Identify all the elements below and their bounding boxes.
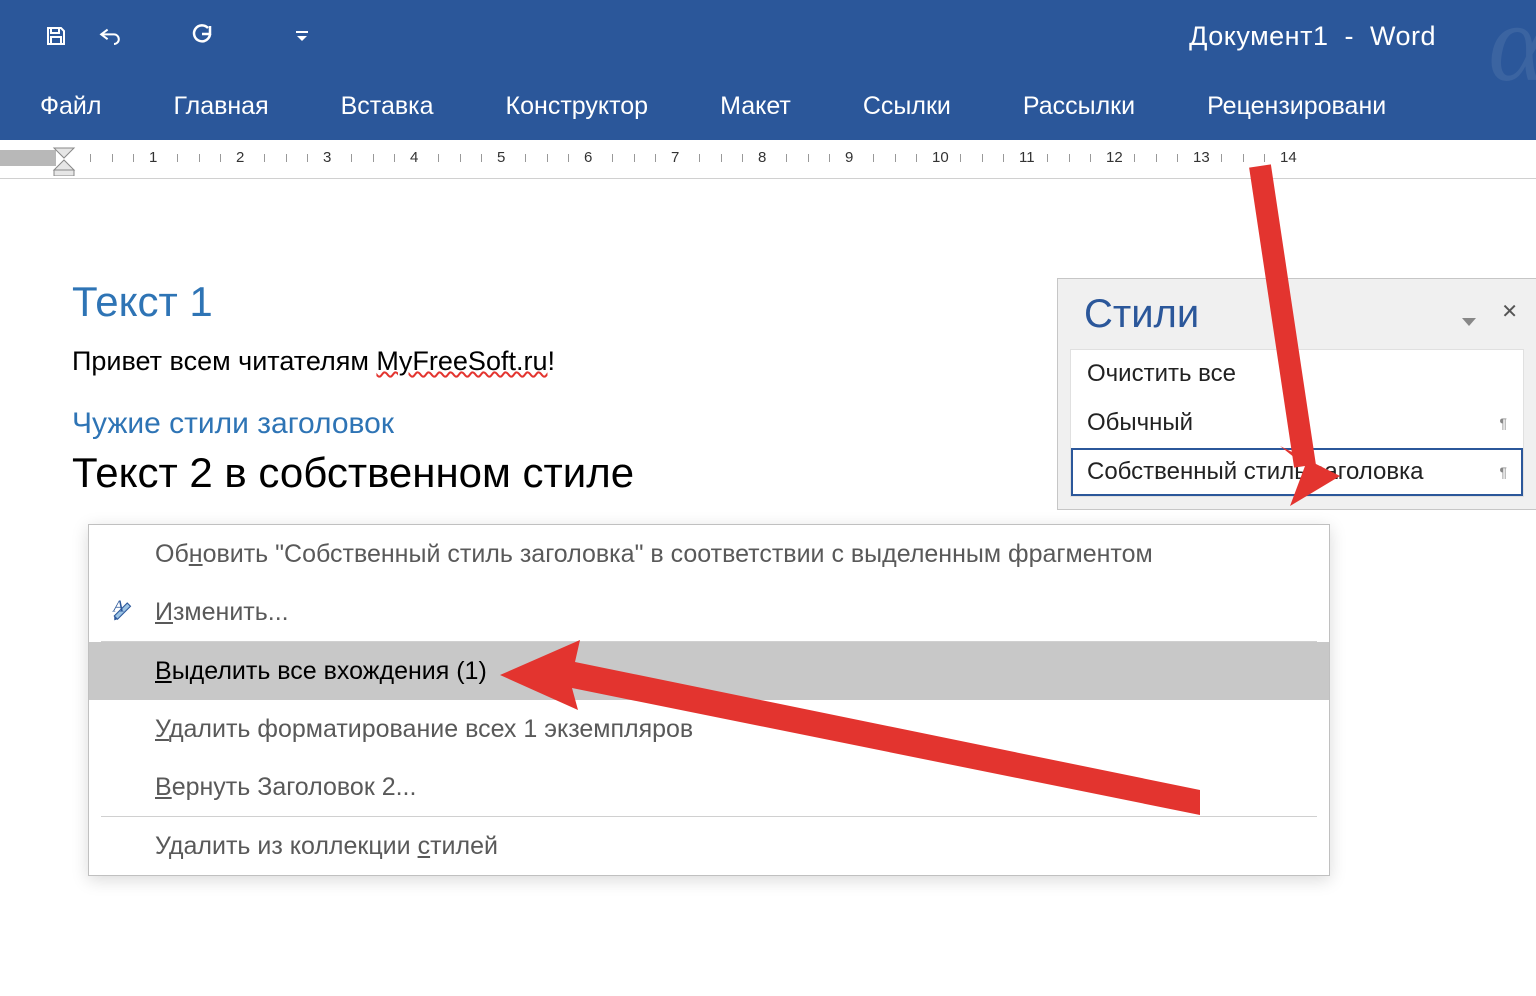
title-separator: - xyxy=(1344,21,1354,52)
edit-style-icon: A xyxy=(111,596,137,629)
style-item-custom-heading[interactable]: Собственный стиль заголовка ¶ xyxy=(1071,448,1523,496)
tab-mailings[interactable]: Рассылки xyxy=(987,72,1171,140)
style-item-clear-all[interactable]: Очистить все xyxy=(1071,350,1523,399)
tab-file[interactable]: Файл xyxy=(30,72,137,140)
ribbon-tabs: Файл Главная Вставка Конструктор Макет С… xyxy=(0,72,1536,140)
heading-2[interactable]: Чужие стили заголовок xyxy=(72,407,634,441)
custom-heading[interactable]: Текст 2 в собственном стиле xyxy=(72,449,634,497)
styles-pane-title: Стили xyxy=(1084,292,1199,337)
styles-pane: Стили ✕ Очистить все Обычный ¶ Собственн… xyxy=(1057,278,1536,510)
ctx-update-style[interactable]: Обновить "Собственный стиль заголовка" в… xyxy=(89,525,1329,583)
tab-references[interactable]: Ссылки xyxy=(827,72,987,140)
tab-design[interactable]: Конструктор xyxy=(470,72,685,140)
style-item-normal[interactable]: Обычный ¶ xyxy=(1071,399,1523,448)
spellcheck-error[interactable]: MyFreeSoft.ru xyxy=(376,346,547,376)
ctx-modify-style[interactable]: A Изменить... xyxy=(89,583,1329,641)
horizontal-ruler[interactable]: 1234567891011121314 xyxy=(0,140,1536,179)
style-context-menu: Обновить "Собственный стиль заголовка" в… xyxy=(88,524,1330,876)
title-bar: Документ1 - Word α xyxy=(0,0,1536,72)
ctx-remove-from-gallery[interactable]: Удалить из коллекции стилей xyxy=(89,817,1329,875)
paragraph-text[interactable]: Привет всем читателям MyFreeSoft.ru! xyxy=(72,346,634,377)
tab-insert[interactable]: Вставка xyxy=(305,72,470,140)
tab-home[interactable]: Главная xyxy=(137,72,304,140)
svg-text:A: A xyxy=(112,596,124,615)
styles-pane-header: Стили ✕ xyxy=(1058,279,1536,349)
tab-review[interactable]: Рецензировани xyxy=(1171,72,1422,140)
ctx-select-all-instances[interactable]: Выделить все вхождения (1) xyxy=(89,642,1329,700)
save-icon[interactable] xyxy=(44,24,68,48)
redo-icon[interactable] xyxy=(188,24,212,48)
document-title: Документ1 - Word xyxy=(1189,0,1436,72)
ctx-clear-formatting[interactable]: Удалить форматирование всех 1 экземпляро… xyxy=(89,700,1329,758)
document-name: Документ1 xyxy=(1189,21,1328,52)
close-icon[interactable]: ✕ xyxy=(1501,299,1518,324)
styles-list: Очистить все Обычный ¶ Собственный стиль… xyxy=(1070,349,1524,497)
tab-layout[interactable]: Макет xyxy=(684,72,827,140)
document-body: Текст 1 Привет всем читателям MyFreeSoft… xyxy=(0,178,634,497)
styles-pane-options-icon[interactable] xyxy=(1462,315,1476,333)
app-name: Word xyxy=(1370,21,1436,52)
undo-icon[interactable] xyxy=(98,24,122,48)
qat-customize-icon[interactable] xyxy=(290,24,314,48)
quick-access-toolbar xyxy=(44,24,314,48)
heading-1[interactable]: Текст 1 xyxy=(72,278,634,326)
ctx-revert-heading2[interactable]: Вернуть Заголовок 2... xyxy=(89,758,1329,816)
